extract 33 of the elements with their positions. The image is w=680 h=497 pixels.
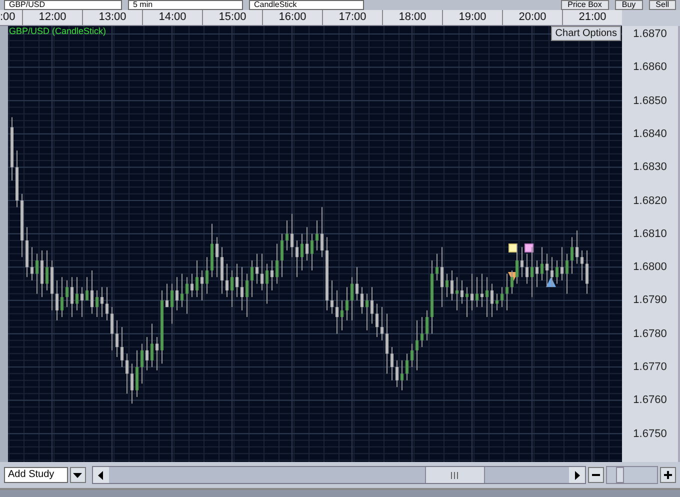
time-axis-label: 21:00	[562, 10, 622, 25]
toolbar-button[interactable]: Buy	[614, 0, 643, 10]
price-axis-label: 1.6830	[632, 160, 668, 174]
time-axis-label: 14:00	[142, 10, 202, 25]
price-axis-label: 1.6810	[632, 226, 668, 241]
time-axis-label: 19:00	[442, 10, 502, 25]
time-axis-label: 16:00	[262, 10, 322, 25]
time-axis-label: :00	[0, 10, 16, 25]
time-axis-label: 17:00	[322, 10, 382, 25]
price-axis-label: 1.6790	[632, 293, 668, 308]
price-axis-label: 1.6870	[632, 27, 668, 41]
chart-type-dropdown[interactable]: CandleStick	[249, 0, 364, 10]
price-axis-label: 1.6800	[632, 260, 668, 274]
symbol-dropdown[interactable]: GBP/USD	[4, 0, 122, 10]
price-axis-label: 1.6860	[632, 60, 668, 74]
time-axis-label: 18:00	[382, 10, 442, 25]
time-axis-label: 20:00	[502, 10, 562, 25]
price-axis-label: 1.6850	[632, 94, 668, 108]
time-axis-label: 12:00	[22, 10, 82, 25]
price-axis-label: 1.6780	[632, 326, 668, 341]
price-axis-label: 1.6760	[632, 393, 668, 408]
toolbar-button[interactable]: Sell	[648, 0, 676, 10]
time-axis-label: 15:00	[202, 10, 262, 25]
add-study-button[interactable]: Add Study	[4, 467, 68, 483]
chart-title: GBP/USD (CandleStick)	[9, 26, 106, 36]
price-axis-label: 1.6840	[632, 126, 668, 141]
price-axis-label: 1.6820	[632, 194, 668, 208]
toolbar-button[interactable]: Price Box	[560, 0, 609, 10]
time-axis-label: 13:00	[82, 10, 142, 25]
chart-options-button[interactable]: Chart Options	[551, 26, 621, 41]
price-axis-label: 1.6770	[632, 360, 668, 374]
price-axis-label: 1.6750	[632, 426, 668, 441]
interval-dropdown[interactable]: 5 min	[128, 0, 243, 10]
